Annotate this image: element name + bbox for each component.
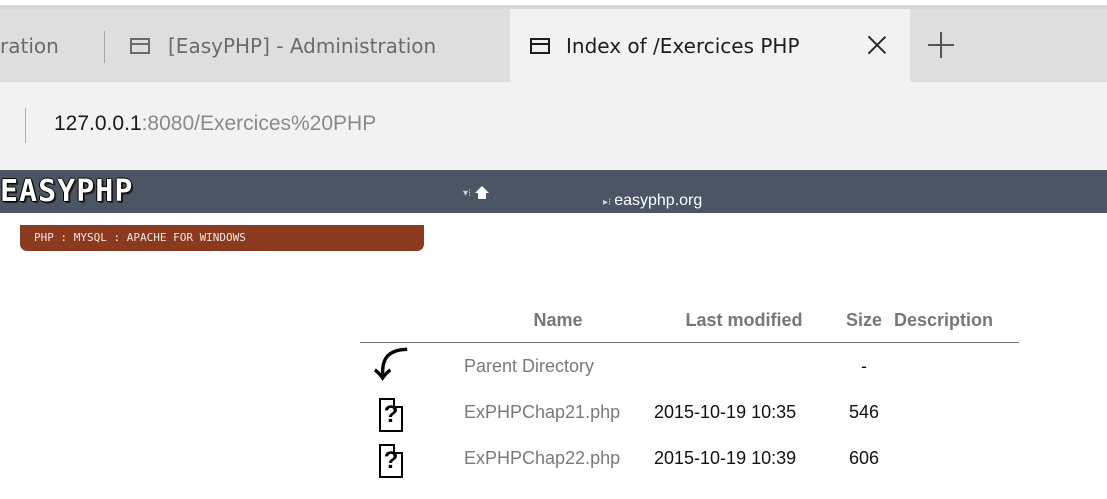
sort-by-modified-link[interactable]: Last modified xyxy=(685,310,802,330)
name-cell[interactable]: ExPHPChap22.php xyxy=(422,435,654,481)
unknown-file-icon: ? xyxy=(379,444,403,478)
link-arrow-icon: ▸⁝ xyxy=(603,197,612,208)
sort-by-size-link[interactable]: Size xyxy=(846,310,882,330)
table-row: ? ExPHPChap21.php 2015-10-19 10:35 546 xyxy=(360,389,1019,435)
name-cell[interactable]: ExPHPChap21.php xyxy=(422,389,654,435)
file-link[interactable]: ExPHPChap21.php xyxy=(464,402,620,422)
tab-label: ration xyxy=(0,33,59,58)
address-bar: 127.0.0.1:8080/Exercices%20PHP xyxy=(0,82,1107,170)
nav-link-easyphp-org[interactable]: ▸⁝ easyphp.org xyxy=(603,192,702,210)
home-icon xyxy=(475,186,490,200)
page-icon xyxy=(530,37,550,54)
description-cell xyxy=(894,435,1019,481)
sort-by-description-link[interactable]: Description xyxy=(894,310,993,330)
modified-cell: 2015-10-19 10:35 xyxy=(654,401,797,422)
url-host: 127.0.0.1 xyxy=(54,112,142,135)
url-field[interactable]: 127.0.0.1:8080/Exercices%20PHP xyxy=(54,112,376,136)
modified-cell xyxy=(654,343,834,389)
close-tab-icon[interactable] xyxy=(862,30,892,60)
tab-easyphp-administration[interactable]: [EasyPHP] - Administration xyxy=(105,9,505,82)
name-cell[interactable]: Parent Directory xyxy=(422,343,654,389)
parent-directory-link[interactable]: Parent Directory xyxy=(464,356,594,376)
nav-link-label: easyphp.org xyxy=(614,192,703,209)
file-link[interactable]: ExPHPChap22.php xyxy=(464,448,620,468)
page-icon xyxy=(130,37,150,54)
description-cell xyxy=(894,343,1019,389)
easyphp-logo[interactable]: EASYPHP xyxy=(0,174,133,209)
logo-tagline: PHP : MYSQL : APACHE FOR WINDOWS xyxy=(20,225,424,251)
table-header-row: Name Last modified Size Description xyxy=(360,298,1019,343)
size-cell: - xyxy=(861,355,867,376)
name-column-header[interactable]: Name xyxy=(422,298,654,343)
description-column-header[interactable]: Description xyxy=(894,298,1019,343)
tab-administration-partial[interactable]: ration xyxy=(0,9,100,82)
new-tab-plus-icon[interactable] xyxy=(925,29,957,61)
modified-cell: 2015-10-19 10:39 xyxy=(654,447,797,468)
icon-column-header xyxy=(360,298,422,343)
nav-home-button[interactable]: ▾⁝ xyxy=(463,186,490,200)
description-cell xyxy=(894,389,1019,435)
tab-label: Index of /Exercices PHP xyxy=(566,33,800,58)
icon-cell: ? xyxy=(360,435,422,481)
icon-cell: ? xyxy=(360,389,422,435)
directory-listing-table: Name Last modified Size Description ⤵ Pa… xyxy=(360,298,1019,481)
size-cell: 546 xyxy=(848,401,880,422)
dropdown-arrow-icon: ▾⁝ xyxy=(463,187,472,199)
unknown-file-icon: ? xyxy=(379,398,403,432)
size-cell: 606 xyxy=(848,447,880,468)
last-modified-column-header[interactable]: Last modified xyxy=(654,298,834,343)
back-arrow-icon: ⤵ xyxy=(374,347,408,385)
window-top-edge xyxy=(0,0,1107,9)
address-separator xyxy=(25,108,26,143)
size-column-header[interactable]: Size xyxy=(834,298,894,343)
table-row: ? ExPHPChap22.php 2015-10-19 10:39 606 xyxy=(360,435,1019,481)
site-navbar xyxy=(0,170,1107,213)
tab-label: [EasyPHP] - Administration xyxy=(168,33,437,58)
back-icon-cell: ⤵ xyxy=(360,343,422,389)
tab-index-of-exercices[interactable]: Index of /Exercices PHP xyxy=(510,9,910,82)
sort-by-name-link[interactable]: Name xyxy=(533,310,582,330)
tab-strip: ration [EasyPHP] - Administration Index … xyxy=(0,9,1107,82)
url-path: :8080/Exercices%20PHP xyxy=(141,112,377,135)
table-row: ⤵ Parent Directory - xyxy=(360,343,1019,389)
